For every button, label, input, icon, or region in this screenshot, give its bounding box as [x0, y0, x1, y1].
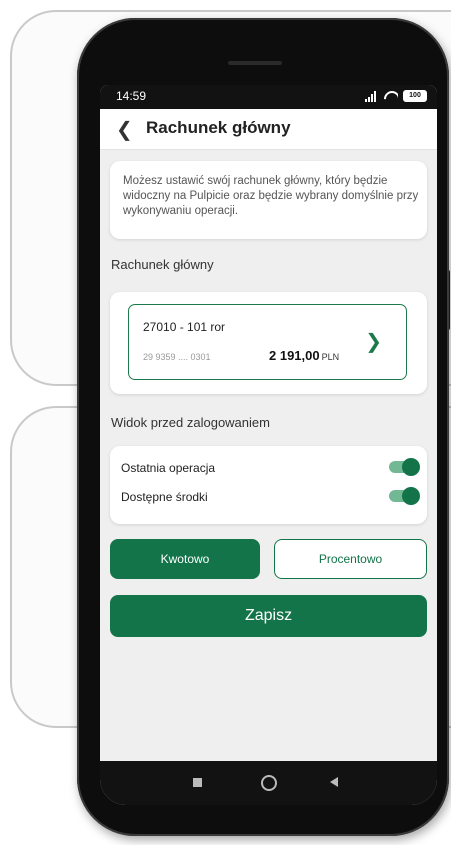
signal-icon — [365, 90, 379, 102]
page-title: Rachunek główny — [146, 118, 291, 137]
toggles-card: Ostatnia operacja Dostępne środki — [110, 446, 427, 524]
main-account-label: Rachunek główny — [111, 257, 214, 272]
balance-currency: PLN — [321, 352, 340, 362]
phone-screen: 14:59 100 ❮ Rachunek główny Możesz ustaw… — [100, 85, 437, 805]
status-time: 14:59 — [116, 89, 147, 103]
toggle-row-available-funds: Dostępne środki — [121, 487, 420, 507]
chevron-right-icon: ❯ — [365, 331, 382, 353]
phone-speaker — [228, 61, 282, 65]
nav-back-icon[interactable] — [330, 777, 338, 787]
battery-icon: 100 — [403, 90, 427, 102]
toggle-label: Ostatnia operacja — [121, 461, 216, 475]
status-bar: 14:59 100 — [100, 85, 437, 109]
home-icon[interactable] — [261, 775, 277, 791]
toggle-knob — [402, 487, 420, 505]
account-name: 27010 - 101 ror — [143, 320, 226, 334]
pre-login-view-label: Widok przed zalogowaniem — [111, 415, 270, 430]
back-chevron-icon[interactable]: ❮ — [116, 117, 133, 142]
available-funds-toggle[interactable] — [389, 487, 420, 505]
wifi-icon — [384, 91, 398, 102]
recent-apps-icon[interactable] — [193, 778, 202, 787]
account-card: 27010 - 101 ror 29 9359 .... 0301 2 191,… — [110, 292, 427, 394]
toggle-row-last-operation: Ostatnia operacja — [121, 458, 420, 478]
save-button[interactable]: Zapisz — [110, 595, 427, 637]
balance-amount: 2 191,00 — [269, 348, 320, 363]
account-number: 29 9359 .... 0301 — [143, 352, 211, 362]
toggle-label: Dostępne środki — [121, 490, 208, 504]
android-nav-bar — [100, 761, 437, 805]
percent-mode-button[interactable]: Procentowo — [274, 539, 427, 579]
info-text: Możesz ustawić swój rachunek główny, któ… — [123, 175, 419, 217]
last-operation-toggle[interactable] — [389, 458, 420, 476]
toggle-knob — [402, 458, 420, 476]
account-selector[interactable]: 27010 - 101 ror 29 9359 .... 0301 2 191,… — [128, 304, 407, 380]
app-header: ❮ Rachunek główny — [100, 109, 437, 150]
info-card: Możesz ustawić swój rachunek główny, któ… — [110, 161, 427, 239]
account-balance: 2 191,00 PLN — [269, 348, 339, 363]
amount-mode-button[interactable]: Kwotowo — [110, 539, 260, 579]
